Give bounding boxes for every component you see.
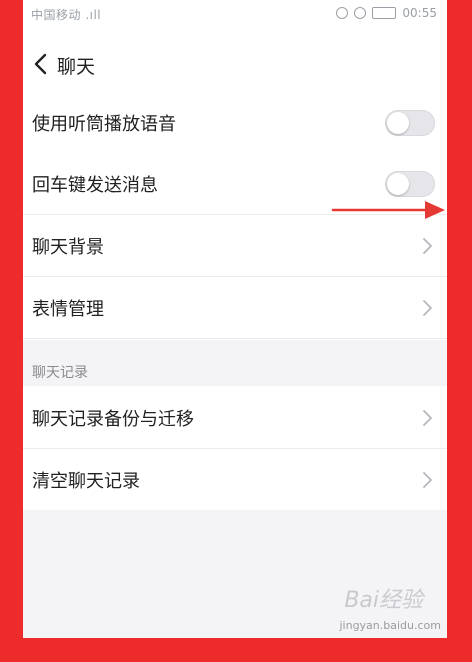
phone-screen: 中国移动 .ıll 00:55 聊天 使用听筒播放语音 回车键发送消息 聊天背景… xyxy=(23,0,447,638)
chevron-right-icon xyxy=(423,410,432,426)
section-header-label: 聊天记录 xyxy=(32,365,88,381)
watermark-logo-text: Bai经验 xyxy=(344,588,423,613)
toggle-knob xyxy=(387,173,409,195)
status-bar: 中国移动 .ıll 00:55 xyxy=(23,0,447,28)
setting-label: 聊天记录备份与迁移 xyxy=(32,409,194,430)
eye-icon xyxy=(336,7,349,19)
setting-row-clear-history[interactable]: 清空聊天记录 xyxy=(23,449,447,510)
setting-label: 使用听筒播放语音 xyxy=(32,114,176,135)
back-arrow-icon[interactable] xyxy=(31,51,51,77)
red-annotation-arrow-icon xyxy=(331,201,445,219)
chevron-right-icon xyxy=(423,300,432,316)
chevron-right-icon xyxy=(423,238,432,254)
carrier-signal-text: 中国移动 .ıll xyxy=(31,8,102,22)
alarm-icon xyxy=(354,7,367,19)
setting-label: 清空聊天记录 xyxy=(32,471,140,492)
page-title: 聊天 xyxy=(57,56,96,78)
setting-row-history-backup-migrate[interactable]: 聊天记录备份与迁移 xyxy=(23,387,447,449)
setting-label: 表情管理 xyxy=(32,299,104,320)
top-navigation-bar: 聊天 xyxy=(23,38,447,92)
setting-row-chat-background[interactable]: 聊天背景 xyxy=(23,215,447,277)
battery-icon xyxy=(372,7,397,19)
enter-to-send-toggle[interactable] xyxy=(385,171,435,197)
setting-label: 回车键发送消息 xyxy=(32,175,158,196)
section-header-chat-history: 聊天记录 xyxy=(23,340,447,386)
watermark-url: jingyan.baidu.com xyxy=(339,619,441,632)
status-icons: 00:55 xyxy=(336,6,437,20)
clock-text: 00:55 xyxy=(402,6,437,20)
setting-row-sticker-management[interactable]: 表情管理 xyxy=(23,277,447,339)
setting-row-earpiece-playback[interactable]: 使用听筒播放语音 xyxy=(23,92,447,154)
setting-label: 聊天背景 xyxy=(32,237,104,258)
earpiece-playback-toggle[interactable] xyxy=(385,110,435,136)
chevron-right-icon xyxy=(423,472,432,488)
toggle-knob xyxy=(387,112,409,134)
